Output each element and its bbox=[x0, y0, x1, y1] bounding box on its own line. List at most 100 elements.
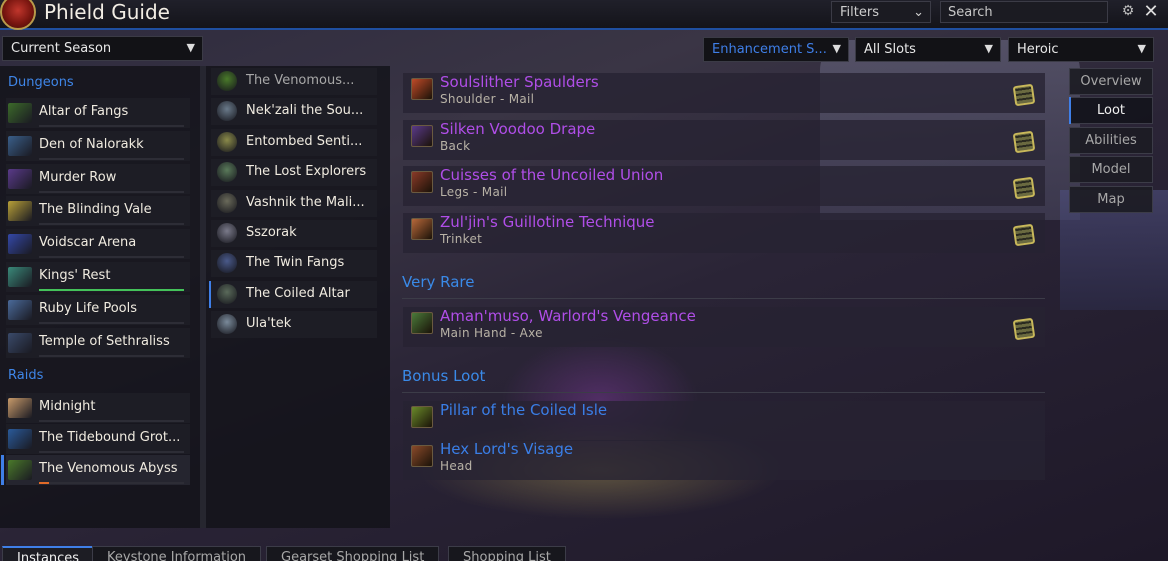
head-icon bbox=[411, 445, 433, 467]
section-divider bbox=[402, 298, 1045, 299]
close-icon[interactable]: ✕ bbox=[1142, 1, 1160, 23]
loot-item-row[interactable]: Aman'muso, Warlord's Vengeance Main Hand … bbox=[403, 307, 1045, 347]
bonus-loot-section-title: Bonus Loot bbox=[402, 367, 486, 385]
loot-item-row[interactable]: Cuisses of the Uncoiled Union Legs - Mail bbox=[403, 166, 1045, 207]
instance-row[interactable]: The Tidebound Grot... bbox=[6, 424, 190, 454]
boss-name: The Venomous... bbox=[246, 73, 355, 88]
instance-row[interactable]: Temple of Sethraliss bbox=[6, 327, 190, 358]
boss-row[interactable]: The Lost Explorers bbox=[211, 159, 377, 187]
loot-item-name[interactable]: Zul'jin's Guillotine Technique bbox=[440, 213, 655, 231]
instance-row[interactable]: Ruby Life Pools bbox=[6, 294, 190, 325]
chevron-down-icon: ▼ bbox=[832, 42, 841, 55]
boss-name: Nek'zali the Sou... bbox=[246, 103, 364, 119]
bottom-tab-instances[interactable]: Instances bbox=[2, 546, 95, 561]
instance-row[interactable]: Midnight bbox=[6, 393, 190, 423]
ulatek-icon bbox=[217, 314, 237, 335]
loot-item-name[interactable]: Aman'muso, Warlord's Vengeance bbox=[440, 307, 696, 325]
instance-row[interactable]: The Blinding Vale bbox=[6, 196, 190, 227]
progress-bar bbox=[39, 482, 184, 484]
entombed-sentinel-icon bbox=[217, 131, 237, 152]
season-dropdown-value: Current Season bbox=[11, 41, 112, 56]
tab-map[interactable]: Map bbox=[1069, 185, 1153, 213]
kings-rest-icon bbox=[8, 267, 32, 287]
instance-row[interactable]: Voidscar Arena bbox=[6, 229, 190, 260]
difficulty-dropdown[interactable]: Heroic ▼ bbox=[1008, 37, 1154, 62]
boss-name: Entombed Senti... bbox=[246, 133, 363, 149]
instance-name: Temple of Sethraliss bbox=[39, 333, 170, 349]
slots-dropdown[interactable]: All Slots ▼ bbox=[855, 37, 1001, 62]
bottom-tab-keystone-information[interactable]: Keystone Information bbox=[92, 546, 262, 561]
tab-model[interactable]: Model bbox=[1069, 156, 1153, 184]
loot-item-slot: Main Hand - Axe bbox=[440, 326, 543, 340]
progress-fill bbox=[39, 482, 50, 484]
voidscar-arena-icon bbox=[8, 234, 32, 255]
loot-item-slot: Trinket bbox=[440, 232, 483, 247]
loot-item-name[interactable]: Cuisses of the Uncoiled Union bbox=[440, 166, 663, 184]
bottom-tab-shopping-list[interactable]: Shopping List bbox=[448, 546, 566, 561]
loot-item-row[interactable]: Hex Lord's Visage Head bbox=[403, 440, 1045, 480]
title-bar: Phield Guide Filters ⌄ ⚙ ✕ bbox=[0, 0, 1168, 30]
boss-row[interactable]: Sszorak bbox=[211, 220, 377, 247]
instance-row[interactable]: Kings' Rest bbox=[6, 262, 190, 292]
loot-item-name[interactable]: Soulslither Spaulders bbox=[440, 73, 599, 91]
boss-row[interactable]: The Coiled Altar bbox=[209, 280, 377, 308]
instance-row[interactable]: Murder Row bbox=[6, 163, 190, 194]
boss-row[interactable]: Vashnik the Mali... bbox=[211, 189, 377, 217]
ruby-life-pools-icon bbox=[8, 299, 32, 320]
progress-bar bbox=[39, 354, 184, 357]
boss-row[interactable]: Nek'zali the Sou... bbox=[211, 98, 377, 126]
chevron-down-icon: ▼ bbox=[984, 42, 993, 55]
search-input[interactable] bbox=[940, 1, 1108, 23]
gear-icon[interactable]: ⚙ bbox=[1120, 3, 1136, 19]
tab-loot[interactable]: Loot bbox=[1069, 97, 1153, 125]
boss-row[interactable]: The Twin Fangs bbox=[211, 250, 377, 278]
shoulder-icon bbox=[411, 78, 433, 100]
instance-browser: Dungeons Raids Altar of Fangs Den of Nalo… bbox=[0, 66, 390, 528]
tier-token-icon bbox=[1012, 317, 1036, 341]
loot-item-row[interactable]: Soulslither Spaulders Shoulder - Mail bbox=[403, 73, 1045, 113]
instance-name: The Tidebound Grot... bbox=[39, 430, 181, 445]
boss-name: The Coiled Altar bbox=[246, 285, 350, 301]
loot-item-name[interactable]: Silken Voodoo Drape bbox=[440, 120, 595, 138]
boss-name: Vashnik the Mali... bbox=[246, 194, 365, 210]
column-divider bbox=[200, 66, 206, 528]
tier-token-icon bbox=[1012, 83, 1036, 107]
tab-overview[interactable]: Overview bbox=[1069, 68, 1153, 95]
section-divider bbox=[402, 392, 1045, 393]
nekzali-icon bbox=[217, 101, 237, 122]
boss-row[interactable]: Ula'tek bbox=[211, 311, 377, 339]
blinding-vale-icon bbox=[8, 201, 32, 222]
spec-dropdown[interactable]: Enhancement S... ▼ bbox=[703, 37, 849, 62]
loot-item-name[interactable]: Hex Lord's Visage bbox=[440, 440, 573, 458]
instance-row[interactable]: Den of Nalorakk bbox=[6, 130, 190, 161]
instance-name: Den of Nalorakk bbox=[39, 136, 144, 152]
loot-item-row[interactable]: Silken Voodoo Drape Back bbox=[403, 119, 1045, 160]
instance-name: The Venomous Abyss bbox=[39, 461, 178, 476]
filters-button[interactable]: Filters ⌄ bbox=[831, 1, 931, 23]
chevron-down-icon: ▼ bbox=[1137, 42, 1146, 55]
bottom-tab-gearset-shopping-list[interactable]: Gearset Shopping List bbox=[266, 546, 440, 561]
vashnik-icon bbox=[217, 192, 237, 213]
progress-bar bbox=[39, 289, 184, 291]
loot-item-row[interactable]: Zul'jin's Guillotine Technique Trinket bbox=[403, 213, 1045, 254]
boss-name: Sszorak bbox=[246, 225, 297, 240]
tab-abilities[interactable]: Abilities bbox=[1069, 126, 1153, 154]
instance-row[interactable]: Altar of Fangs bbox=[6, 98, 190, 128]
loot-item-row[interactable]: Pillar of the Coiled Isle bbox=[403, 401, 1045, 441]
difficulty-dropdown-value: Heroic bbox=[1017, 42, 1059, 57]
loot-item-name[interactable]: Pillar of the Coiled Isle bbox=[440, 401, 607, 419]
instance-row[interactable]: The Venomous Abyss bbox=[1, 455, 190, 485]
tier-token-icon bbox=[1012, 223, 1036, 247]
progress-bar bbox=[39, 190, 184, 193]
tier-token-icon bbox=[1012, 130, 1036, 153]
boss-row[interactable]: The Venomous... bbox=[211, 68, 377, 95]
boss-row[interactable]: Entombed Senti... bbox=[211, 128, 377, 156]
coiled-altar-icon bbox=[217, 283, 237, 304]
trinket-icon bbox=[411, 218, 433, 241]
midnight-icon bbox=[8, 398, 32, 418]
season-dropdown[interactable]: Current Season ▼ bbox=[2, 36, 203, 61]
tier-token-icon bbox=[1012, 177, 1036, 200]
selection-indicator bbox=[209, 280, 211, 308]
murder-row-icon bbox=[8, 168, 32, 189]
instance-name: The Blinding Vale bbox=[39, 202, 152, 218]
